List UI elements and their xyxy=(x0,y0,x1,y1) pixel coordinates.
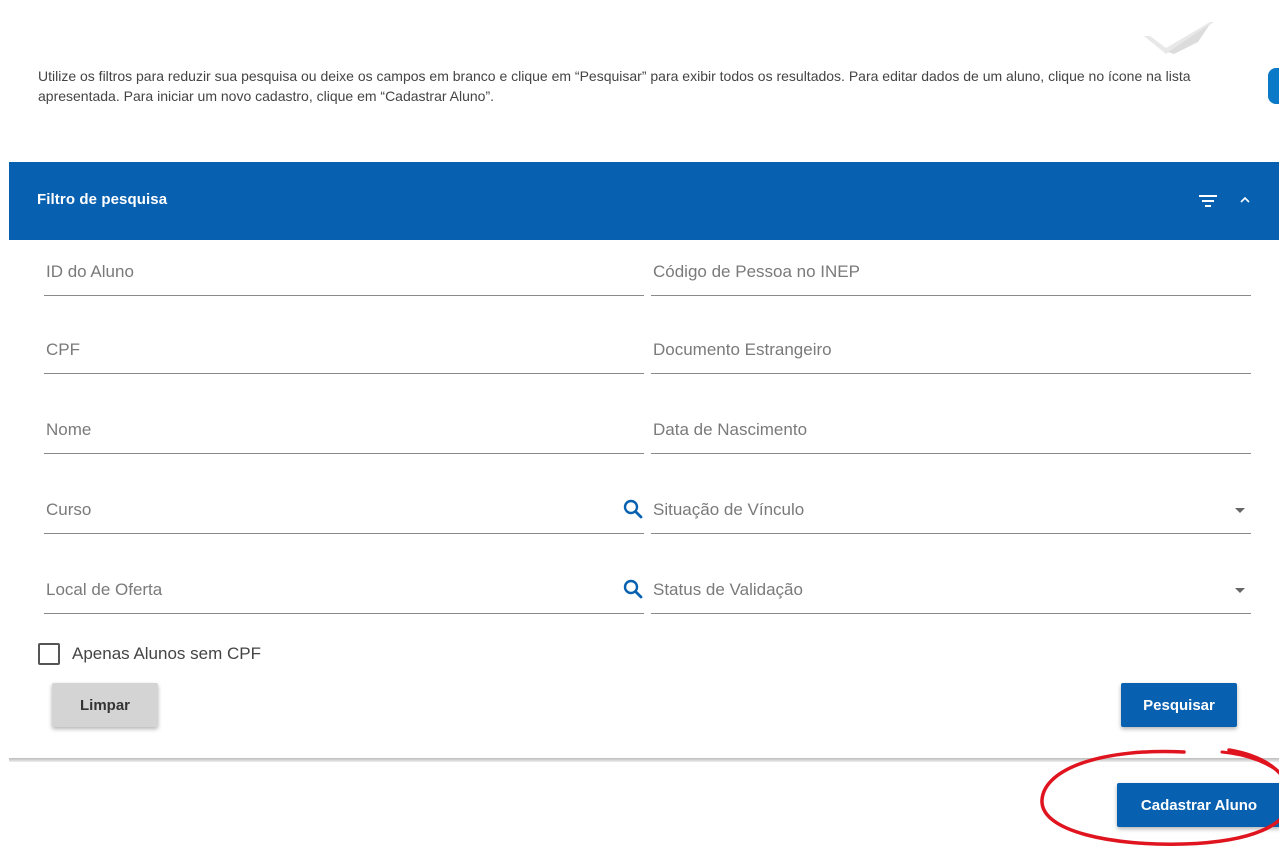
birth-date-field[interactable] xyxy=(651,408,1251,454)
panel-title: Filtro de pesquisa xyxy=(37,191,168,208)
search-icon[interactable] xyxy=(622,498,644,520)
course-field[interactable] xyxy=(44,488,644,534)
validation-status-select[interactable] xyxy=(651,568,1251,614)
cpf-field[interactable] xyxy=(44,328,644,374)
dropdown-caret-icon[interactable] xyxy=(1233,586,1247,596)
course-input[interactable] xyxy=(44,488,614,532)
dropdown-caret-icon[interactable] xyxy=(1233,506,1247,516)
chevron-up-icon[interactable] xyxy=(1235,190,1255,210)
student-id-field[interactable] xyxy=(44,250,644,296)
checkmark-icon xyxy=(1144,22,1214,54)
enrollment-status-input[interactable] xyxy=(651,488,1221,532)
inep-code-field[interactable] xyxy=(651,250,1251,296)
side-tab[interactable] xyxy=(1268,68,1279,104)
birth-date-input[interactable] xyxy=(651,408,1251,452)
cpf-input[interactable] xyxy=(44,328,644,372)
search-button[interactable]: Pesquisar xyxy=(1121,683,1237,727)
no-cpf-checkbox-label: Apenas Alunos sem CPF xyxy=(72,644,261,663)
inep-code-input[interactable] xyxy=(651,250,1251,294)
foreign-document-field[interactable] xyxy=(651,328,1251,374)
filter-panel-header[interactable]: Filtro de pesquisa xyxy=(9,162,1279,240)
foreign-document-input[interactable] xyxy=(651,328,1251,372)
intro-text: Utilize os filtros para reduzir sua pesq… xyxy=(38,68,1191,104)
no-cpf-checkbox-row[interactable]: Apenas Alunos sem CPF xyxy=(38,642,261,666)
register-student-button[interactable]: Cadastrar Aluno xyxy=(1117,783,1279,827)
no-cpf-checkbox[interactable] xyxy=(38,643,60,665)
validation-status-input[interactable] xyxy=(651,568,1221,612)
search-icon[interactable] xyxy=(622,578,644,600)
panel-bottom-divider xyxy=(9,758,1279,762)
name-field[interactable] xyxy=(44,408,644,454)
filter-list-icon[interactable] xyxy=(1197,190,1219,212)
offer-location-field[interactable] xyxy=(44,568,644,614)
enrollment-status-select[interactable] xyxy=(651,488,1251,534)
name-input[interactable] xyxy=(44,408,644,452)
offer-location-input[interactable] xyxy=(44,568,614,612)
clear-button[interactable]: Limpar xyxy=(52,683,158,727)
student-id-input[interactable] xyxy=(44,250,644,294)
